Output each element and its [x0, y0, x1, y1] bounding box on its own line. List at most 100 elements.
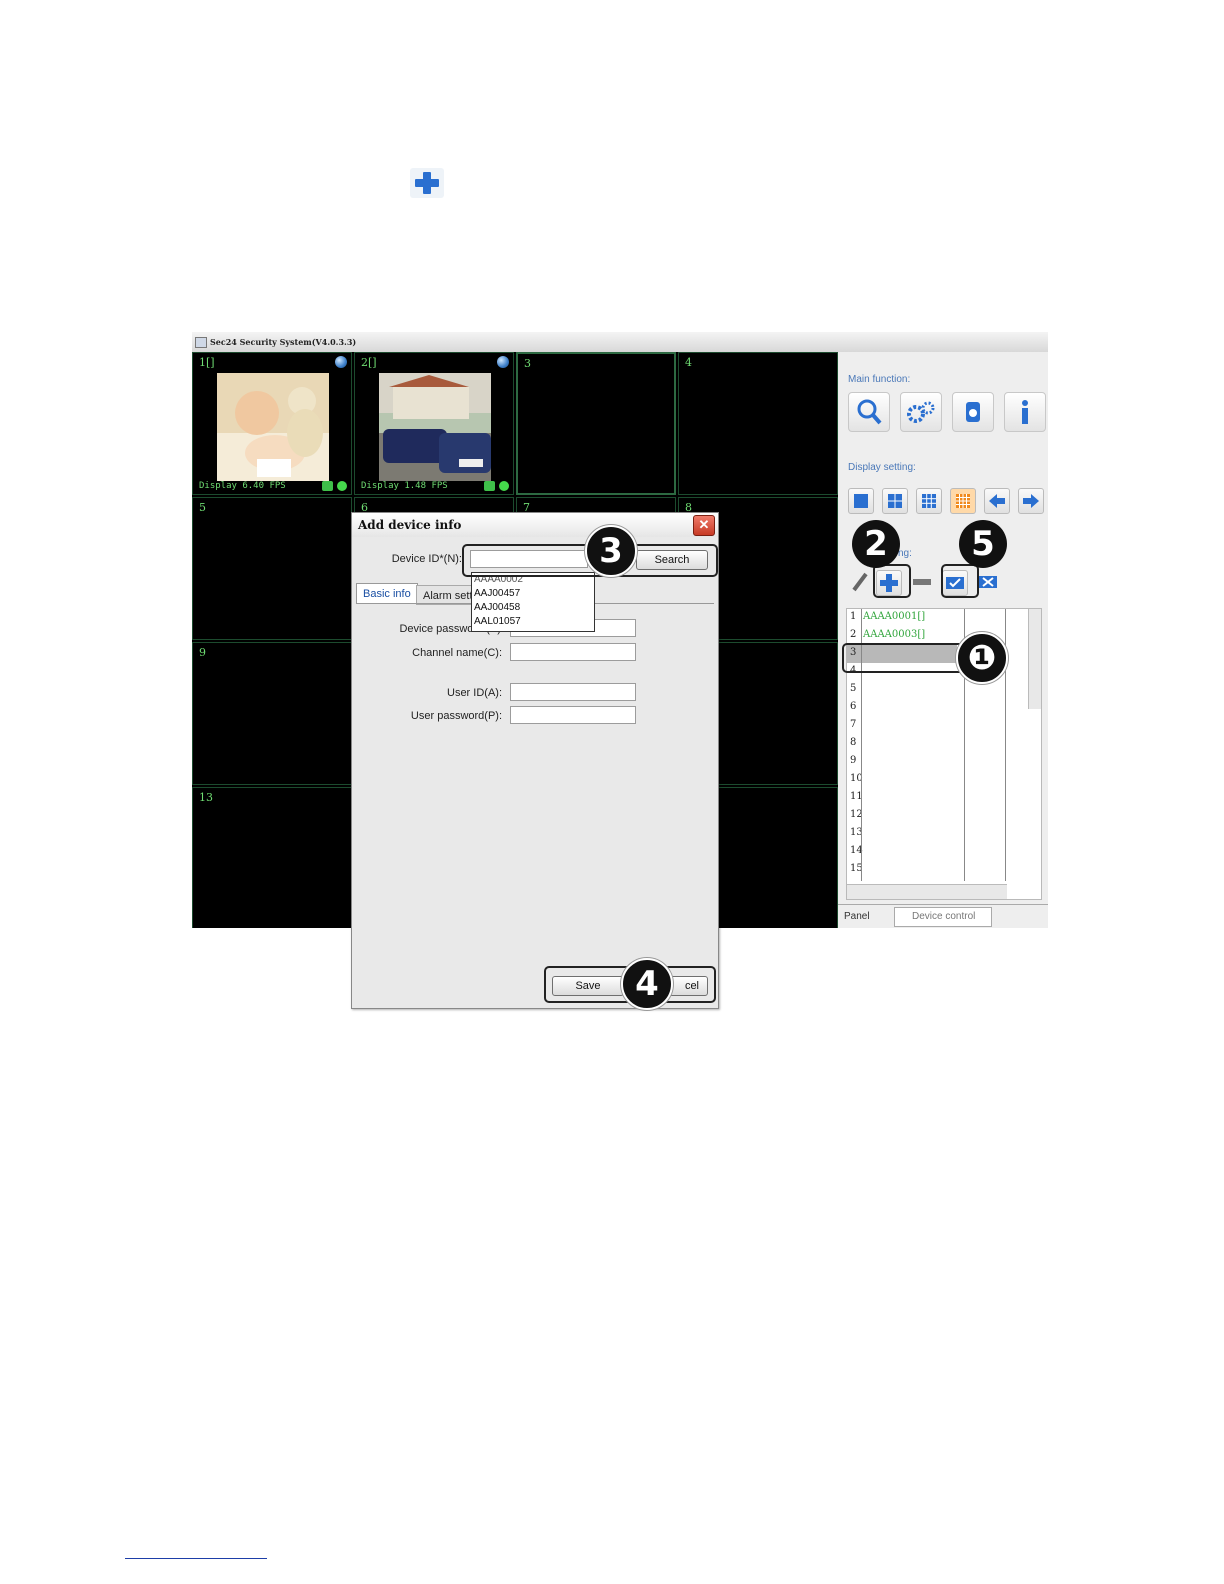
tab-alarm-settings[interactable]: Alarm sett — [416, 585, 480, 605]
step-marker-1: ❶ — [956, 632, 1008, 684]
title-bar: Sec24 Security System(V4.0.3.3) — [192, 332, 1048, 353]
list-item[interactable]: 14 — [847, 843, 1027, 861]
gear-icon — [907, 401, 935, 423]
settings-button[interactable] — [900, 392, 942, 432]
dropdown-option[interactable]: AAJ00458 — [472, 601, 594, 615]
video-cell-1[interactable]: 1[] Display 6.40 FPS — [192, 352, 352, 495]
tab-device-control[interactable]: Device control — [912, 911, 975, 922]
cell-number: 13 — [199, 791, 213, 804]
record-button[interactable] — [952, 392, 994, 432]
search-icon — [857, 399, 882, 425]
device-id-dropdown[interactable]: AAAA0002 AAJ00457 AAJ00458 AAL01057 — [471, 572, 595, 632]
tab-panel[interactable]: Panel — [844, 911, 870, 922]
previous-page-button[interactable] — [984, 488, 1010, 514]
device-setting-heading: ng: — [898, 548, 912, 559]
cell-number: 3 — [524, 357, 531, 370]
layout-9-button[interactable] — [916, 488, 942, 514]
list-item[interactable]: 8 — [847, 735, 1027, 753]
pencil-icon — [852, 572, 868, 592]
video-frame-cars — [379, 373, 491, 481]
camera-icon[interactable] — [322, 481, 333, 491]
list-item[interactable]: 9 — [847, 753, 1027, 771]
side-panel-tabs: Panel Device control — [838, 904, 1048, 928]
user-id-field[interactable] — [510, 683, 636, 701]
video-cell-5[interactable]: 5 — [192, 497, 352, 640]
next-page-button[interactable] — [1018, 488, 1044, 514]
list-item[interactable]: 15 — [847, 861, 1027, 879]
user-id-label: User ID(A): — [447, 687, 502, 699]
step-marker-2: 2 — [852, 520, 900, 568]
horizontal-scrollbar[interactable] — [847, 884, 1007, 899]
arrow-right-icon — [1023, 494, 1039, 508]
layout-16-button[interactable] — [950, 488, 976, 514]
globe-icon — [335, 356, 347, 368]
cell-number: 9 — [199, 646, 206, 659]
dropdown-option[interactable]: AAJ00457 — [472, 587, 594, 601]
disconnect-icon — [979, 576, 997, 588]
video-cell-9[interactable]: 9 — [192, 642, 352, 785]
tab-basic-info[interactable]: Basic info — [356, 583, 418, 603]
layout-grid-icon — [956, 494, 970, 508]
disconnect-device-button[interactable] — [976, 570, 1000, 594]
step-marker-5: 5 — [959, 520, 1007, 568]
info-button[interactable] — [1004, 392, 1046, 432]
fps-status: Display 1.48 FPS — [361, 481, 448, 491]
footnote-divider — [125, 1558, 267, 1559]
callout-add-box — [873, 564, 911, 598]
fps-status: Display 6.40 FPS — [199, 481, 286, 491]
list-item[interactable]: 13 — [847, 825, 1027, 843]
channel-name-field[interactable] — [510, 643, 636, 661]
dropdown-option[interactable]: AAL01057 — [472, 615, 594, 629]
add-device-dialog: Add device info ✕ Device ID*(N): Search … — [351, 512, 719, 1009]
video-cell-4[interactable]: 4 — [678, 352, 838, 495]
side-panel: Main function: Display setting: ng: 1 AA… — [838, 352, 1048, 928]
device-id-label: Device ID*(N): — [391, 553, 462, 565]
close-icon[interactable]: ✕ — [693, 515, 715, 536]
video-cell-3[interactable]: 3 — [516, 352, 676, 495]
layout-grid-icon — [854, 494, 868, 508]
dialog-title-bar: Add device info ✕ — [352, 513, 718, 537]
list-item[interactable]: 5 — [847, 681, 1027, 699]
layout-1-button[interactable] — [848, 488, 874, 514]
vertical-scrollbar[interactable] — [1028, 609, 1041, 709]
step-marker-4: 4 — [621, 958, 673, 1010]
online-indicator-icon — [499, 481, 509, 491]
layout-4-button[interactable] — [882, 488, 908, 514]
remove-device-button[interactable] — [910, 570, 934, 594]
layout-grid-icon — [888, 494, 902, 508]
main-function-heading: Main function: — [848, 374, 911, 385]
list-item[interactable]: 6 — [847, 699, 1027, 717]
cell-number: 4 — [685, 356, 692, 369]
user-password-field[interactable] — [510, 706, 636, 724]
callout-list-row-box — [842, 643, 972, 673]
video-frame-baby — [217, 373, 329, 481]
video-cell-2[interactable]: 2[] Display 1.48 FPS — [354, 352, 514, 495]
dialog-title: Add device info — [358, 518, 462, 532]
list-item[interactable]: 12 — [847, 807, 1027, 825]
callout-connect-box — [941, 564, 979, 598]
globe-icon — [497, 356, 509, 368]
list-item[interactable]: 1 AAAA0001[] — [847, 609, 1027, 627]
online-indicator-icon — [337, 481, 347, 491]
app-icon — [195, 337, 207, 348]
minus-icon — [913, 579, 931, 585]
search-button[interactable] — [848, 392, 890, 432]
info-icon — [1022, 400, 1028, 424]
arrow-left-icon — [989, 494, 1005, 508]
add-device-icon — [410, 168, 444, 198]
list-item[interactable]: 7 — [847, 717, 1027, 735]
cell-number: 2[] — [361, 356, 377, 369]
channel-name-label: Channel name(C): — [412, 647, 502, 659]
list-item[interactable]: 11 — [847, 789, 1027, 807]
record-icon — [966, 402, 980, 422]
video-cell-13[interactable]: 13 — [192, 787, 352, 928]
list-item[interactable]: 10 — [847, 771, 1027, 789]
cell-number: 1[] — [199, 356, 215, 369]
camera-icon[interactable] — [484, 481, 495, 491]
user-password-label: User password(P): — [410, 710, 502, 722]
layout-grid-icon — [922, 494, 936, 508]
step-marker-3: 3 — [585, 525, 637, 577]
edit-device-button[interactable] — [848, 570, 872, 594]
display-setting-heading: Display setting: — [848, 462, 916, 473]
cell-number: 5 — [199, 501, 206, 514]
